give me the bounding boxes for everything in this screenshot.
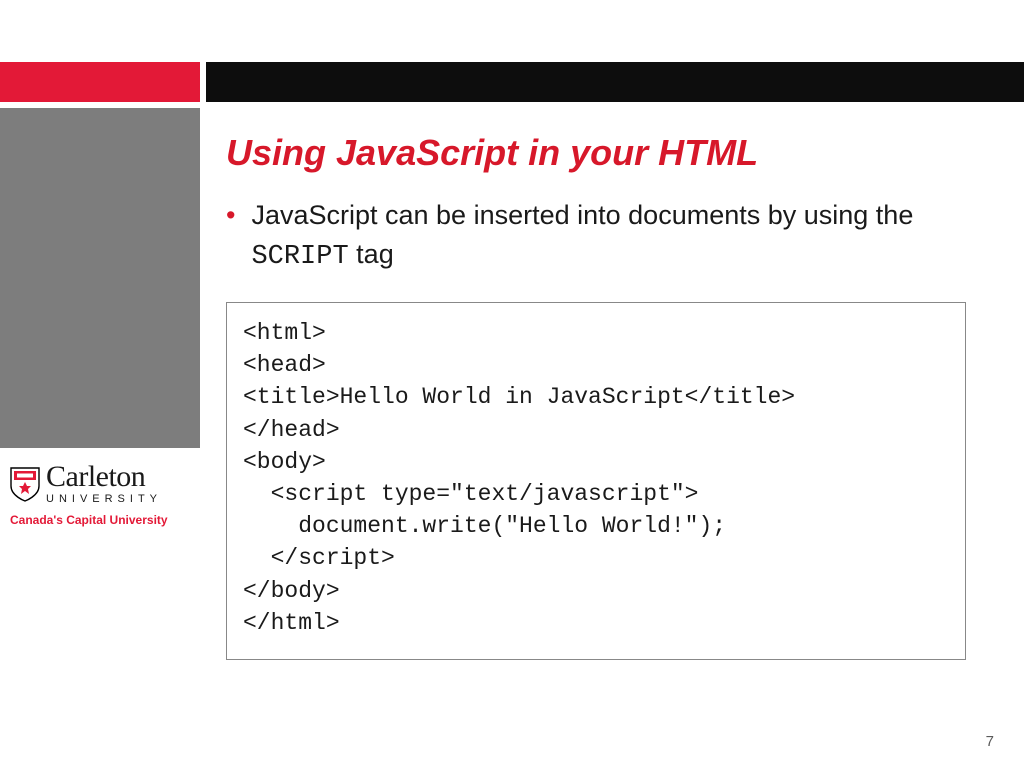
slide: Carleton UNIVERSITY Canada's Capital Uni… [0,0,1024,768]
logo-name: Carleton [46,462,162,492]
bullet-code-word: SCRIPT [251,242,348,272]
logo-text: Carleton UNIVERSITY [46,462,162,505]
bullet-text-before: JavaScript can be inserted into document… [251,200,913,230]
university-logo: Carleton UNIVERSITY Canada's Capital Uni… [10,462,210,527]
page-number: 7 [986,733,994,750]
logo-tagline: Canada's Capital University [10,513,210,527]
sidebar-gray-block [0,108,200,448]
header-stripe-black [206,62,1024,102]
logo-subtitle: UNIVERSITY [46,494,162,505]
header-stripe [0,62,1024,102]
code-example: <html> <head> <title>Hello World in Java… [226,302,966,660]
header-stripe-red [0,62,200,102]
logo-row: Carleton UNIVERSITY [10,462,210,505]
bullet-text: JavaScript can be inserted into document… [251,196,964,277]
bullet-list: • JavaScript can be inserted into docume… [226,196,964,277]
bullet-text-after: tag [349,239,394,269]
shield-icon [10,466,40,502]
slide-title: Using JavaScript in your HTML [226,132,984,174]
bullet-dot-icon: • [226,196,235,235]
bullet-item: • JavaScript can be inserted into docume… [226,196,964,277]
